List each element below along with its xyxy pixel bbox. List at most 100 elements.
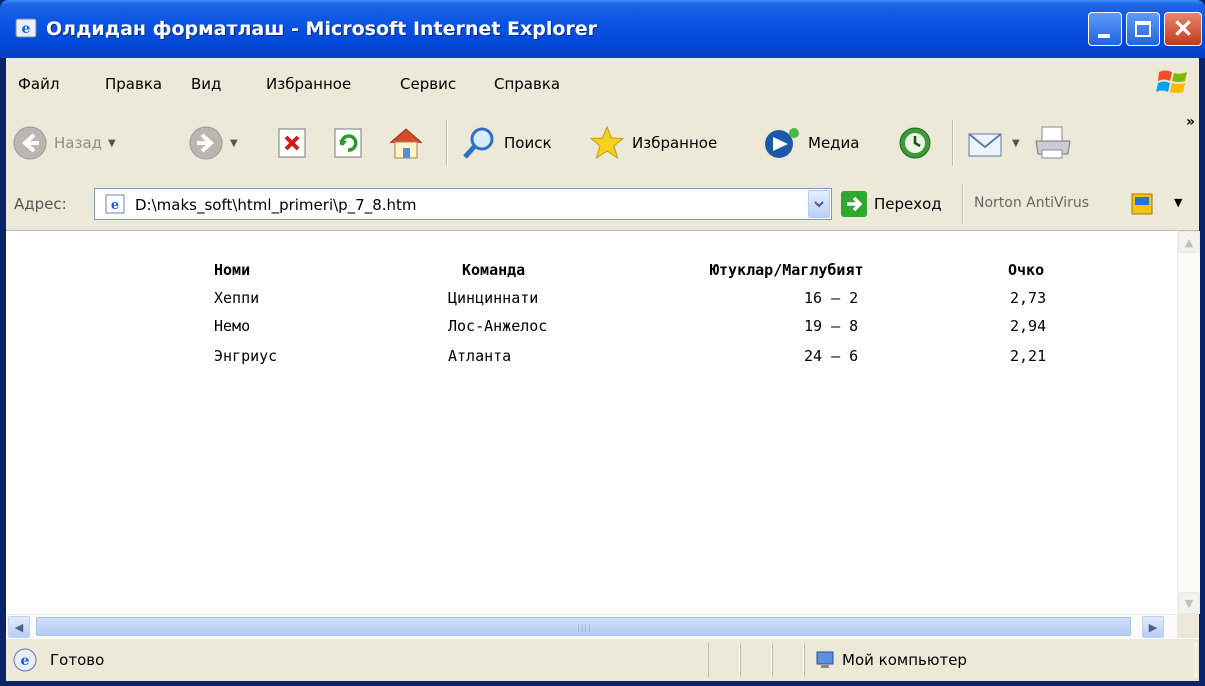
go-label: Переход [874,195,942,213]
scroll-corner [1177,614,1199,638]
thumb-grip: |||| [577,623,592,632]
horizontal-scrollbar[interactable]: ◀ |||| ▶ [6,614,1177,639]
window-title: Олдидан форматлаш - Microsoft Internet E… [46,18,598,40]
page-icon: e [105,194,125,214]
svg-text:e: e [22,21,31,37]
svg-text:e: e [21,653,30,669]
row-record: 24 – 6 [804,347,859,365]
header-points: Очко [1008,261,1045,279]
close-icon [1175,20,1191,36]
row-name: Энгриус [214,347,278,365]
menu-favorites[interactable]: Избранное [266,75,351,93]
norton-dropdown-icon[interactable]: ▼ [1174,196,1182,209]
print-button[interactable] [1032,118,1074,168]
home-button[interactable] [386,118,426,168]
vertical-scrollbar[interactable]: ▲ ▼ [1177,231,1200,614]
row-record: 16 – 2 [804,289,859,307]
forward-arrow-icon [189,126,223,160]
close-button[interactable] [1164,12,1202,46]
header-team: Команда [462,261,526,279]
go-arrow-icon [841,191,867,217]
back-label: Назад [54,134,103,152]
forward-dropdown-icon[interactable]: ▼ [230,138,238,149]
toolbar-separator [446,120,448,166]
header-record: Ютуклар/Маглубият [710,261,864,279]
address-input[interactable]: D:\maks_soft\html_primeri\p_7_8.htm [135,196,417,214]
status-pane [740,643,772,677]
scroll-left-button[interactable]: ◀ [8,616,30,638]
menu-bar: Файл Правка Вид Избранное Сервис Справка [6,58,1199,109]
scroll-up-button[interactable]: ▲ [1178,231,1200,253]
refresh-button[interactable] [330,118,366,168]
horizontal-scroll-thumb[interactable]: |||| [36,617,1131,636]
browser-window: e Олдидан форматлаш - Microsoft Internet… [0,0,1205,686]
favorites-star-icon [589,125,625,160]
row-team: Лос-Анжелос [448,317,548,335]
search-icon [463,127,494,159]
header-name: Номи [214,261,251,279]
stop-button[interactable] [274,118,310,168]
history-button[interactable] [896,118,934,168]
row-record: 19 – 8 [804,317,859,335]
favorites-label: Избранное [632,134,718,152]
scroll-right-button[interactable]: ▶ [1142,616,1164,638]
svg-text:e: e [111,198,119,213]
media-icon [765,128,799,158]
row-team: Атланта [448,347,512,365]
menu-tools[interactable]: Сервис [400,75,456,93]
scroll-down-button[interactable]: ▼ [1178,592,1200,614]
menu-view[interactable]: Вид [191,75,221,93]
chevron-down-icon [814,201,824,208]
address-bar: Адрес: e D:\maks_soft\html_primeri\p_7_8… [6,178,1199,231]
row-points: 2,94 [1010,317,1047,335]
mail-button[interactable]: ▼ [966,118,1020,168]
media-label: Медиа [808,134,860,152]
menu-edit[interactable]: Правка [105,75,162,93]
row-points: 2,73 [1010,289,1047,307]
media-button[interactable]: Медиа [762,118,859,168]
status-pane [772,643,804,677]
mail-icon [968,133,1002,157]
ie-logo-icon: e [15,18,37,38]
menu-file[interactable]: Файл [18,75,59,93]
norton-label: Norton AntiVirus [974,195,1090,211]
back-arrow-icon [13,126,47,160]
toolbar-separator [952,120,954,166]
minimize-button[interactable] [1088,12,1122,46]
back-button[interactable]: Назад ▼ [12,118,116,168]
address-label: Адрес: [14,195,67,213]
maximize-button[interactable] [1126,12,1160,46]
ie-page-icon: e [13,648,37,672]
toolbar-chevron-icon[interactable]: » [1186,114,1195,130]
back-dropdown-icon[interactable]: ▼ [108,138,116,149]
status-zone: Мой компьютер [842,651,967,669]
status-bar: e Готово Мой компьютер [6,638,1199,681]
favorites-button[interactable]: Избранное [588,118,717,168]
status-pane [708,643,740,677]
print-icon [1035,126,1071,159]
address-field[interactable]: e D:\maks_soft\html_primeri\p_7_8.htm [94,188,832,220]
search-button[interactable]: Поиск [460,118,552,168]
row-name: Немо [214,317,251,335]
search-label: Поиск [504,134,552,152]
row-name: Хеппи [214,289,260,307]
refresh-icon [334,128,362,158]
forward-button[interactable]: ▼ [188,118,238,168]
row-team: Цинциннати [448,289,539,307]
page-content: Номи Команда Ютуклар/Маглубият Очко Хепп… [6,231,1177,614]
address-separator [962,184,964,224]
status-text: Готово [50,651,105,669]
computer-icon [816,651,834,668]
home-icon [389,128,423,159]
standard-toolbar: Назад ▼ ▼ Поиск Избранное Медиа ▼ » [6,108,1199,179]
stop-icon [278,128,306,158]
menu-help[interactable]: Справка [494,75,560,93]
address-dropdown-button[interactable] [808,190,830,218]
title-bar[interactable]: e Олдидан форматлаш - Microsoft Internet… [0,0,1205,58]
norton-icon[interactable] [1130,192,1154,216]
row-points: 2,21 [1010,347,1047,365]
windows-logo-icon [1156,70,1187,93]
go-button[interactable]: Переход [840,188,942,220]
mail-dropdown-icon[interactable]: ▼ [1012,138,1020,149]
history-icon [899,127,931,159]
